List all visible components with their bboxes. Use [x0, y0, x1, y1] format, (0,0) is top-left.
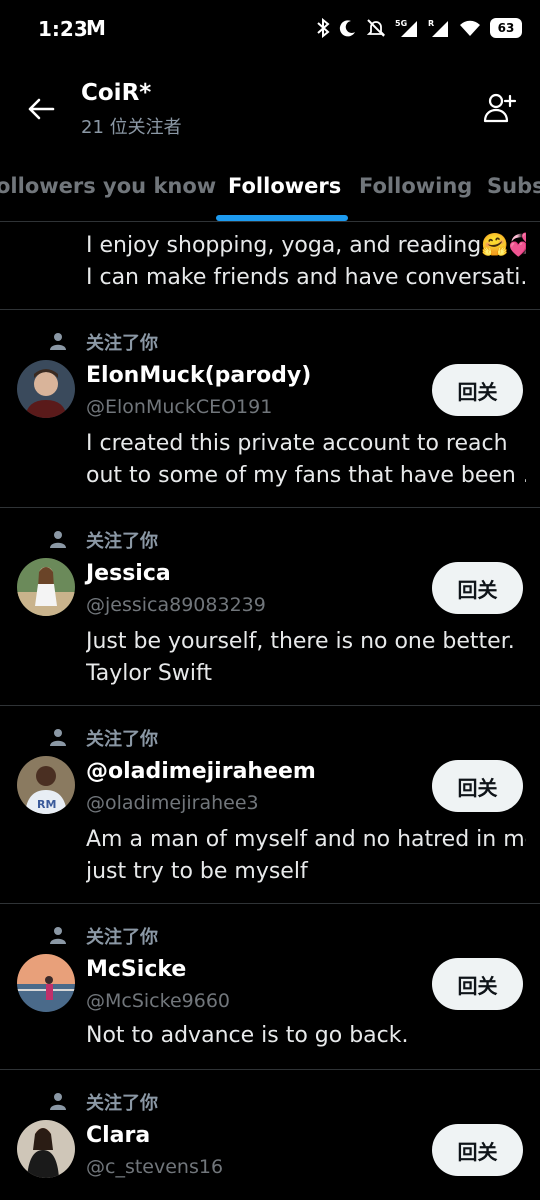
bio-line: Taylor Swift: [86, 661, 212, 686]
follow-back-button[interactable]: 回关: [432, 760, 523, 812]
svg-text:RM: RM: [37, 798, 56, 811]
list-item[interactable]: 关注了你 RM @oladimejiraheem @oladimejirahee…: [0, 706, 540, 904]
roaming-signal-icon: R: [428, 16, 450, 40]
bluetooth-icon: [316, 16, 330, 40]
bio-line: Just be yourself, there is no one better…: [86, 629, 515, 654]
follow-back-button[interactable]: 回关: [432, 1124, 523, 1176]
battery-indicator: 63: [490, 18, 522, 38]
followers-list: I enjoy shopping, yoga, and reading🤗💞 I …: [0, 222, 540, 1200]
person-icon: [50, 1093, 66, 1110]
bio-line: I can make friends and have conversati..…: [86, 265, 526, 290]
follower-handle[interactable]: @oladimejirahee3: [86, 792, 259, 814]
list-item[interactable]: 关注了你 ElonMuck(parody) @ElonMuckCEO191 回关…: [0, 310, 540, 508]
follower-handle[interactable]: @McSicke9660: [86, 990, 230, 1012]
tab-followers[interactable]: Followers: [228, 174, 341, 198]
follower-count: 21 位关注者: [81, 117, 182, 138]
follow-back-button[interactable]: 回关: [432, 562, 523, 614]
svg-text:R: R: [428, 19, 434, 28]
list-item[interactable]: 关注了你 Jessica @jessica89083239 回关 Just be…: [0, 508, 540, 706]
list-item[interactable]: 关注了你 McSicke @McSicke9660 回关 Not to adva…: [0, 904, 540, 1070]
follower-name[interactable]: McSicke: [86, 957, 186, 982]
follower-name[interactable]: Jessica: [86, 561, 171, 586]
bio-line: Am a man of myself and no hatred in me: [86, 827, 526, 852]
account-name: CoiR*: [81, 80, 152, 106]
add-user-button[interactable]: [480, 88, 520, 128]
page-header: CoiR* 21 位关注者: [0, 62, 540, 154]
active-tab-indicator: [216, 215, 348, 221]
follower-name[interactable]: @oladimejiraheem: [86, 759, 316, 784]
follower-handle[interactable]: @ElonMuckCEO191: [86, 396, 272, 418]
tab-following[interactable]: Following: [359, 174, 472, 198]
wifi-icon: [459, 16, 481, 40]
follows-you-label: 关注了你: [86, 1093, 158, 1114]
gmail-notification-icon: M: [86, 16, 106, 40]
bio-line: just try to be myself: [86, 859, 308, 884]
status-bar: 1:23 M 5G R 63: [0, 0, 540, 62]
follows-you-label: 关注了你: [86, 531, 158, 552]
bio-line: out to some of my fans that have been ..…: [86, 463, 526, 488]
status-time: 1:23: [38, 17, 88, 41]
tab-followers-you-know[interactable]: ollowers you know: [0, 174, 216, 198]
avatar[interactable]: [17, 558, 75, 616]
list-item[interactable]: 关注了你 Clara @c_stevens16 回关: [0, 1070, 540, 1200]
bell-muted-icon: [366, 16, 386, 40]
follow-back-button[interactable]: 回关: [432, 364, 523, 416]
tab-bar: ollowers you know Followers Following Su…: [0, 154, 540, 222]
person-add-icon: [483, 93, 517, 123]
bio-line: Not to advance is to go back.: [86, 1023, 409, 1048]
follower-handle[interactable]: @jessica89083239: [86, 594, 266, 616]
follows-you-label: 关注了你: [86, 333, 158, 354]
follower-name[interactable]: Clara: [86, 1123, 150, 1148]
follows-you-label: 关注了你: [86, 729, 158, 750]
arrow-left-icon: [28, 98, 55, 120]
back-button[interactable]: [22, 90, 60, 128]
person-icon: [50, 729, 66, 746]
person-icon: [50, 531, 66, 548]
person-icon: [50, 927, 66, 944]
tab-subscriptions[interactable]: Subs: [487, 174, 540, 198]
bio-line: I created this private account to reach: [86, 431, 508, 456]
avatar[interactable]: RM: [17, 756, 75, 814]
svg-text:5G: 5G: [395, 19, 407, 28]
avatar[interactable]: [17, 954, 75, 1012]
5g-signal-icon: 5G: [395, 16, 419, 40]
follower-handle[interactable]: @c_stevens16: [86, 1156, 223, 1178]
moon-icon: [339, 16, 357, 40]
person-icon: [50, 333, 66, 350]
status-icons: 5G R 63: [316, 16, 522, 40]
bio-line: I enjoy shopping, yoga, and reading🤗💞: [86, 233, 526, 258]
avatar[interactable]: [17, 360, 75, 418]
list-item[interactable]: I enjoy shopping, yoga, and reading🤗💞 I …: [0, 222, 540, 310]
follows-you-label: 关注了你: [86, 927, 158, 948]
follow-back-button[interactable]: 回关: [432, 958, 523, 1010]
follower-name[interactable]: ElonMuck(parody): [86, 363, 311, 388]
avatar[interactable]: [17, 1120, 75, 1178]
